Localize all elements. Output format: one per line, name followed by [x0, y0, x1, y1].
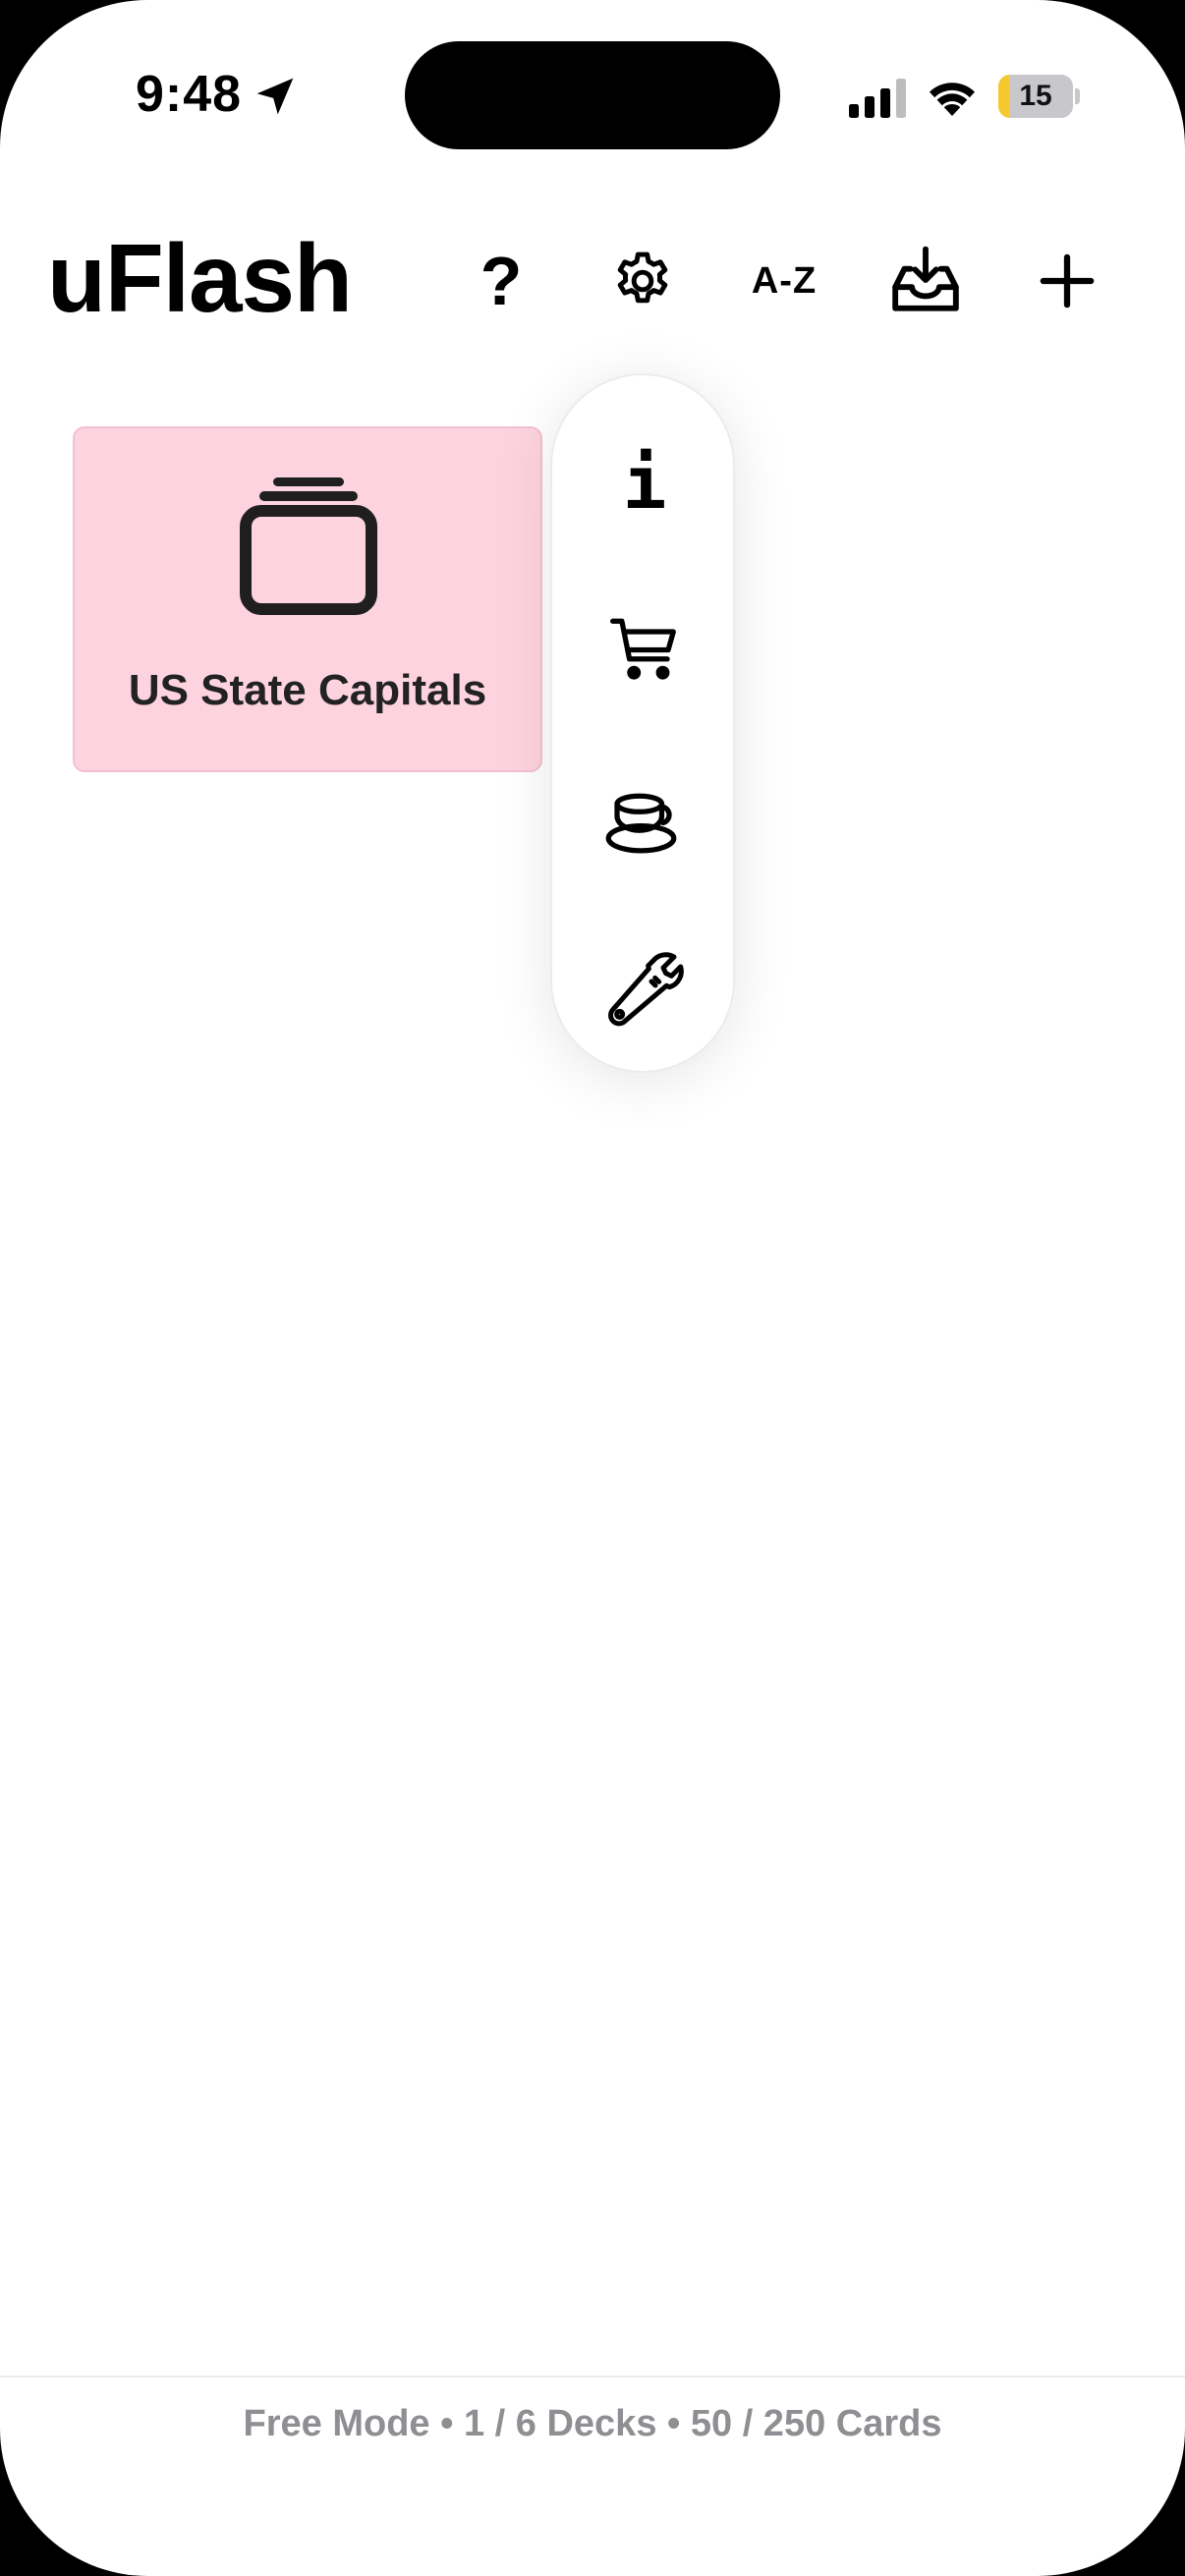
deck-card[interactable]: US State Capitals: [73, 426, 542, 772]
status-time: 9:48: [136, 66, 243, 123]
location-arrow-icon: [256, 78, 294, 115]
settings-menu: i: [550, 373, 735, 1073]
add-deck-button[interactable]: [1020, 234, 1114, 328]
import-button[interactable]: [878, 234, 973, 328]
shopping-cart-icon: [610, 618, 676, 680]
import-tray-icon: [892, 246, 959, 311]
help-button[interactable]: ?: [454, 234, 548, 328]
card-stack-icon: [240, 477, 377, 615]
tip-jar-menu-item[interactable]: [590, 764, 700, 874]
app-screen: 9:48 15 uFlash ? A-Z US State Capitals i…: [0, 0, 1185, 2576]
dynamic-island: [405, 41, 780, 149]
sort-az-icon: A-Z: [751, 259, 818, 302]
wifi-icon: [930, 83, 975, 116]
footer-divider: [0, 2376, 1185, 2378]
settings-button[interactable]: [595, 234, 690, 328]
help-icon: ?: [480, 243, 523, 319]
battery-icon: 15: [998, 75, 1080, 118]
store-menu-item[interactable]: [590, 593, 700, 703]
app-title: uFlash: [47, 224, 353, 332]
tools-menu-item[interactable]: [590, 933, 700, 1043]
sort-button[interactable]: A-Z: [737, 234, 831, 328]
info-icon: i: [622, 441, 667, 526]
deck-title: US State Capitals: [128, 666, 487, 714]
about-menu-item[interactable]: i: [590, 428, 700, 538]
wrench-icon: [608, 952, 684, 1027]
plus-icon: [1040, 253, 1095, 308]
gear-icon: [617, 252, 668, 304]
tea-cup-icon: [605, 793, 677, 854]
cellular-signal-icon: [849, 79, 906, 118]
plan-status: Free Mode • 1 / 6 Decks • 50 / 250 Cards: [243, 2403, 942, 2444]
battery-level: 15: [1019, 80, 1052, 112]
